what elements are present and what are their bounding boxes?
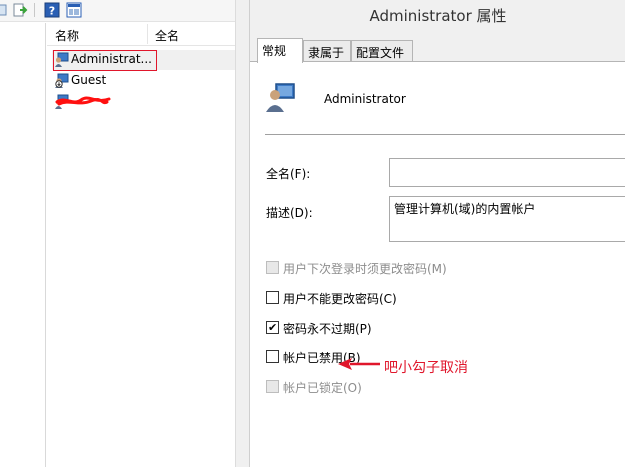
checkbox-box[interactable]: ✔ bbox=[266, 321, 279, 334]
list-item-guest[interactable]: Guest bbox=[52, 71, 235, 91]
annotation-text: 吧小勾子取消 bbox=[384, 360, 468, 376]
checkbox-label: 帐户已锁定(O) bbox=[283, 381, 362, 395]
list-column-header: 名称 全名 bbox=[47, 23, 235, 46]
help-icon[interactable]: ? bbox=[44, 2, 60, 18]
export-list-icon[interactable] bbox=[12, 2, 28, 18]
username-heading: Administrator bbox=[324, 92, 406, 106]
console-tree-pane bbox=[0, 23, 46, 467]
selection-highlight-box bbox=[53, 50, 157, 71]
dialog-title: Administrator 属性 bbox=[369, 7, 507, 25]
checkbox-label: 密码永不过期(P) bbox=[283, 322, 372, 336]
toolbar-separator bbox=[34, 3, 35, 17]
tab-general[interactable]: 常规 bbox=[257, 38, 303, 63]
general-tab-panel: Administrator 全名(F): 描述(D): 管理计算机(域)的内置帐… bbox=[250, 61, 625, 467]
user-large-icon bbox=[264, 80, 296, 112]
checkbox-label: 用户不能更改密码(C) bbox=[283, 292, 397, 306]
checkbox-box[interactable] bbox=[266, 291, 279, 304]
svg-text:?: ? bbox=[49, 5, 55, 18]
fullname-label: 全名(F): bbox=[266, 167, 311, 181]
toolbar-partial-button[interactable] bbox=[0, 2, 8, 18]
user-disabled-icon bbox=[54, 73, 69, 88]
column-fullname-header[interactable]: 全名 bbox=[155, 27, 179, 44]
properties-dialog: Administrator 属性 常规 隶属于 配置文件 Administrat… bbox=[249, 0, 625, 467]
toolbar: ? bbox=[0, 0, 235, 22]
redaction-scribble bbox=[55, 96, 111, 106]
users-list-pane: 名称 全名 Administrat... Guest bbox=[47, 23, 235, 467]
user-name-label: Guest bbox=[71, 73, 107, 87]
tab-member-of[interactable]: 隶属于 bbox=[303, 40, 351, 62]
fullname-input[interactable] bbox=[389, 158, 625, 187]
show-hide-pane-icon[interactable] bbox=[66, 2, 82, 18]
checkbox-box[interactable] bbox=[266, 380, 279, 393]
description-input[interactable]: 管理计算机(域)的内置帐户 bbox=[389, 196, 625, 242]
pane-splitter[interactable] bbox=[235, 0, 249, 467]
description-label: 描述(D): bbox=[266, 206, 313, 220]
checkbox-box[interactable] bbox=[266, 261, 279, 274]
checkbox-label: 用户下次登录时须更改密码(M) bbox=[283, 262, 447, 276]
checkbox-box[interactable] bbox=[266, 350, 279, 363]
column-divider[interactable] bbox=[147, 24, 148, 44]
checkmark-icon: ✔ bbox=[268, 321, 278, 334]
column-name-header[interactable]: 名称 bbox=[55, 27, 79, 44]
separator-line bbox=[265, 134, 625, 135]
red-arrow-annotation bbox=[338, 358, 380, 370]
tab-profile[interactable]: 配置文件 bbox=[351, 40, 413, 62]
